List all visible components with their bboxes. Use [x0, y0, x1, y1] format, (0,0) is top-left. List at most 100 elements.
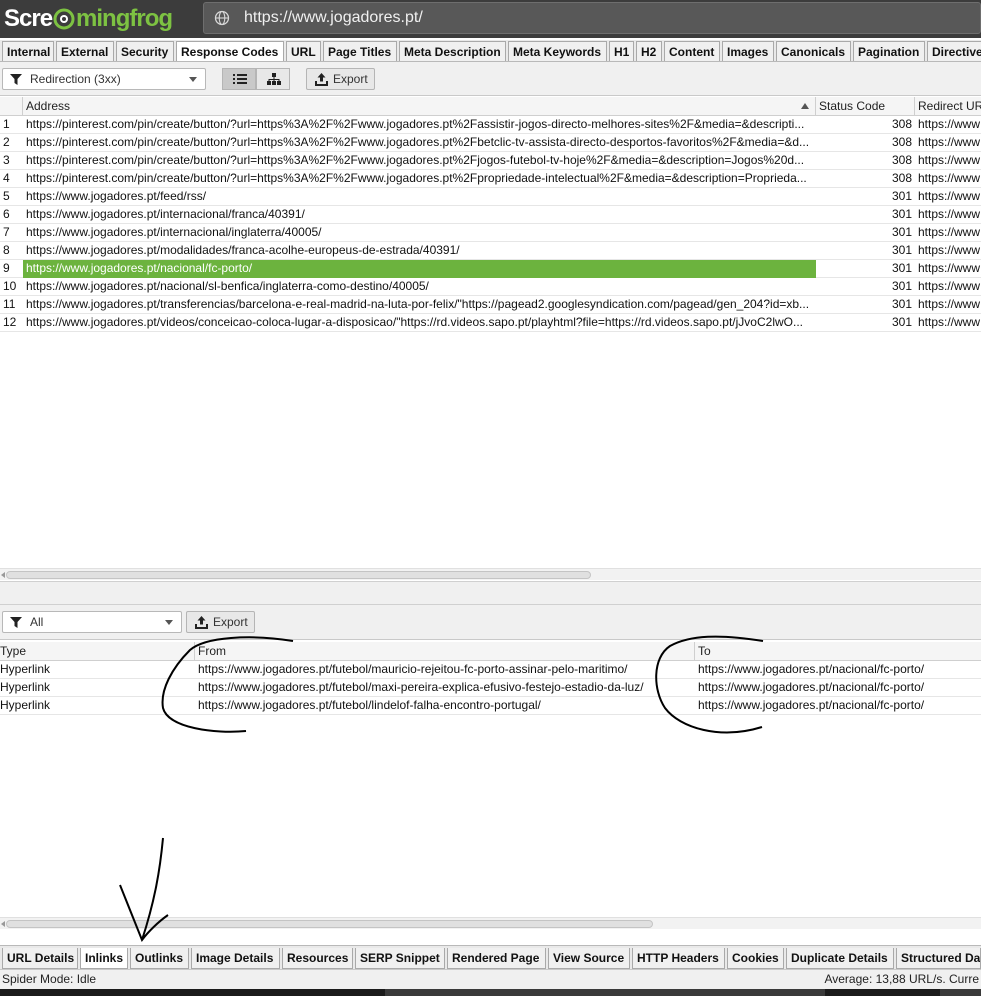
- to-cell: https://www.jogadores.pt/nacional/fc-por…: [698, 698, 925, 712]
- row-number: 12: [3, 315, 17, 329]
- table-row[interactable]: 10 https://www.jogadores.pt/nacional/sl-b…: [0, 278, 981, 296]
- status-filter-dropdown[interactable]: Redirection (3xx): [2, 68, 206, 90]
- tab-internal[interactable]: Internal: [2, 41, 54, 61]
- status-code-cell: 308: [891, 153, 912, 167]
- tab-images[interactable]: Images: [722, 41, 774, 61]
- response-codes-table: Address Status Code Redirect UR 1 https:/…: [0, 97, 981, 581]
- row-number: 1: [3, 117, 10, 131]
- status-code-cell: 308: [891, 117, 912, 131]
- redirect-url-cell: https://www: [918, 279, 981, 293]
- table-row[interactable]: 8 https://www.jogadores.pt/modalidades/fr…: [0, 242, 981, 260]
- tab-http-headers[interactable]: HTTP Headers: [632, 948, 725, 969]
- address-cell: https://www.jogadores.pt/nacional/fc-por…: [23, 260, 816, 278]
- screaming-frog-logo: Scre mingfrog: [4, 2, 173, 36]
- tab-outlinks[interactable]: Outlinks: [130, 948, 189, 969]
- redirect-url-cell: https://www: [918, 117, 981, 131]
- to-cell: https://www.jogadores.pt/nacional/fc-por…: [698, 662, 925, 676]
- frog-eye-icon: [53, 8, 75, 30]
- tab-security[interactable]: Security: [116, 41, 174, 61]
- scroll-left-icon[interactable]: [1, 921, 5, 927]
- table-row[interactable]: 11 https://www.jogadores.pt/transferencia…: [0, 296, 981, 314]
- table-row[interactable]: Hyperlink https://www.jogadores.pt/futebo…: [0, 697, 981, 715]
- table-row[interactable]: 3 https://pinterest.com/pin/create/button…: [0, 152, 981, 170]
- status-filter-value: Redirection (3xx): [30, 72, 121, 86]
- column-header-address[interactable]: Address: [23, 97, 816, 116]
- tab-cookies[interactable]: Cookies: [727, 948, 784, 969]
- from-cell: https://www.jogadores.pt/futebol/lindelo…: [198, 698, 541, 712]
- tab-serp-snippet[interactable]: SERP Snippet: [355, 948, 445, 969]
- status-code-cell: 301: [891, 225, 912, 239]
- scrollbar-thumb[interactable]: [6, 571, 591, 579]
- list-view-button[interactable]: [222, 68, 256, 90]
- scrollbar-thumb[interactable]: [6, 920, 653, 928]
- export-button[interactable]: Export: [306, 68, 375, 90]
- address-cell: https://pinterest.com/pin/create/button/…: [26, 171, 807, 185]
- row-number: 3: [3, 153, 10, 167]
- top-toolbar: Redirection (3xx) Export: [0, 62, 981, 96]
- redirect-url-cell: https://www: [918, 225, 981, 239]
- list-view-icon: [233, 74, 247, 84]
- table-row[interactable]: 1 https://pinterest.com/pin/create/button…: [0, 116, 981, 134]
- row-number: 9: [3, 261, 10, 275]
- status-code-cell: 301: [891, 315, 912, 329]
- tab-image-details[interactable]: Image Details: [191, 948, 280, 969]
- tab-canonicals[interactable]: Canonicals: [776, 41, 851, 61]
- table-row[interactable]: 7 https://www.jogadores.pt/internacional/…: [0, 224, 981, 242]
- export-icon: [195, 616, 208, 629]
- table-row[interactable]: 2 https://pinterest.com/pin/create/button…: [0, 134, 981, 152]
- table-row[interactable]: 12 https://www.jogadores.pt/videos/concei…: [0, 314, 981, 332]
- row-number: 8: [3, 243, 10, 257]
- table-row[interactable]: 9 https://www.jogadores.pt/nacional/fc-po…: [0, 260, 981, 278]
- scroll-left-icon[interactable]: [1, 572, 5, 578]
- tab-url-details[interactable]: URL Details: [2, 948, 78, 969]
- tab-h2[interactable]: H2: [636, 41, 662, 61]
- column-header-type[interactable]: Type: [0, 642, 195, 661]
- crawl-speed-status: Average: 13,88 URL/s. Curre: [824, 972, 979, 986]
- horizontal-scrollbar[interactable]: [0, 568, 981, 580]
- tab-resources[interactable]: Resources: [282, 948, 353, 969]
- export-label: Export: [333, 72, 368, 86]
- tab-duplicate-details[interactable]: Duplicate Details: [786, 948, 894, 969]
- url-input[interactable]: https://www.jogadores.pt/: [203, 2, 981, 34]
- filter-icon: [10, 74, 22, 85]
- inlinks-filter-dropdown[interactable]: All: [2, 611, 182, 633]
- pane-splitter[interactable]: [0, 581, 981, 605]
- app-header: Scre mingfrog https://www.jogadores.pt/: [0, 0, 981, 38]
- tab-url[interactable]: URL: [286, 41, 321, 61]
- tab-view-source[interactable]: View Source: [548, 948, 630, 969]
- tab-inlinks[interactable]: Inlinks: [80, 948, 128, 969]
- address-cell: https://www.jogadores.pt/transferencias/…: [26, 297, 810, 311]
- column-header-status-code[interactable]: Status Code: [816, 97, 915, 116]
- tab-external[interactable]: External: [56, 41, 114, 61]
- table-row[interactable]: 6 https://www.jogadores.pt/internacional/…: [0, 206, 981, 224]
- horizontal-scrollbar[interactable]: [0, 917, 981, 929]
- tab-structured-da[interactable]: Structured Da: [896, 948, 981, 969]
- export-label: Export: [213, 615, 248, 629]
- tab-meta-description[interactable]: Meta Description: [399, 41, 506, 61]
- column-header-from[interactable]: From: [195, 642, 695, 661]
- tab-content[interactable]: Content: [664, 41, 720, 61]
- table-header: Address Status Code Redirect UR: [0, 97, 981, 116]
- table-row[interactable]: Hyperlink https://www.jogadores.pt/futebo…: [0, 679, 981, 697]
- tab-meta-keywords[interactable]: Meta Keywords: [508, 41, 607, 61]
- row-number-header: [0, 97, 23, 116]
- tab-h1[interactable]: H1: [609, 41, 634, 61]
- tab-response-codes[interactable]: Response Codes: [176, 41, 284, 61]
- from-cell: https://www.jogadores.pt/futebol/maurici…: [198, 662, 628, 676]
- sort-ascending-icon: [801, 103, 809, 109]
- tab-page-titles[interactable]: Page Titles: [323, 41, 397, 61]
- column-header-redirect-url[interactable]: Redirect UR: [915, 97, 981, 116]
- tab-pagination[interactable]: Pagination: [853, 41, 925, 61]
- tree-view-button[interactable]: [256, 68, 290, 90]
- chevron-down-icon: [165, 620, 173, 625]
- address-cell: https://www.jogadores.pt/internacional/f…: [26, 207, 305, 221]
- table-row[interactable]: Hyperlink https://www.jogadores.pt/futebo…: [0, 661, 981, 679]
- column-header-to[interactable]: To: [695, 642, 981, 661]
- taskbar-segment: [940, 989, 981, 996]
- table-row[interactable]: 5 https://www.jogadores.pt/feed/rss/301 ht…: [0, 188, 981, 206]
- inlinks-export-button[interactable]: Export: [186, 611, 255, 633]
- table-row[interactable]: 4 https://pinterest.com/pin/create/button…: [0, 170, 981, 188]
- tab-rendered-page[interactable]: Rendered Page: [447, 948, 546, 969]
- tab-directive[interactable]: Directive: [927, 41, 981, 61]
- globe-icon: [214, 10, 230, 26]
